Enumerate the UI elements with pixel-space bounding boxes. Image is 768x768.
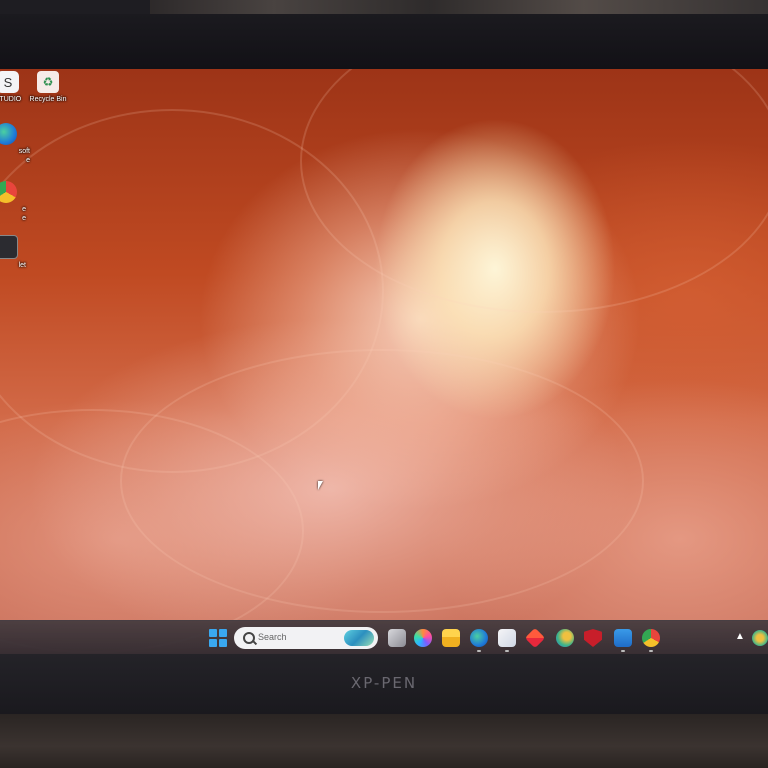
desktop-icon-label: Recycle Bin <box>29 96 67 103</box>
mcafee-icon[interactable] <box>584 629 602 647</box>
windows-logo-pane <box>219 639 227 647</box>
desktop-icon-chrome[interactable]: e e <box>0 181 34 223</box>
background-clutter <box>150 0 768 14</box>
recycle-bin-icon: ♻ <box>37 71 59 93</box>
chat-icon[interactable] <box>556 629 574 647</box>
chrome-icon[interactable] <box>642 629 660 647</box>
taskbar-search-box[interactable]: Search <box>234 627 378 649</box>
search-icon <box>243 632 255 644</box>
chrome-icon <box>0 181 17 203</box>
running-indicator <box>477 650 481 652</box>
search-highlight-icon <box>344 630 374 646</box>
mail-icon[interactable] <box>614 629 632 647</box>
edge-icon <box>0 123 17 145</box>
desktop-icon-label: e e <box>22 206 26 222</box>
desk-surface <box>0 714 768 768</box>
tablet-app-icon <box>0 235 18 259</box>
store-icon[interactable] <box>498 629 516 647</box>
edge-icon[interactable] <box>470 629 488 647</box>
chevron-up-icon[interactable]: ▲ <box>735 631 745 642</box>
desktop-icon-recycle-bin[interactable]: ♻ Recycle Bin <box>20 71 76 104</box>
windows-logo-pane <box>219 629 227 637</box>
running-indicator <box>649 650 653 652</box>
running-indicator <box>505 650 509 652</box>
taskbar: Search ▲ <box>0 620 768 654</box>
task-view-icon[interactable] <box>388 629 406 647</box>
start-button[interactable] <box>208 628 228 648</box>
desktop-icon-edge[interactable]: soft e <box>0 123 34 165</box>
desktop-icon-tablet-app[interactable]: let <box>0 235 34 270</box>
office-icon[interactable] <box>524 627 546 649</box>
copilot-icon[interactable] <box>414 629 432 647</box>
search-placeholder: Search <box>258 632 287 642</box>
monitor-bezel-top <box>0 14 768 69</box>
file-explorer-icon[interactable] <box>442 629 460 647</box>
desktop-wallpaper <box>0 69 768 654</box>
desktop-icon-label: let <box>18 262 26 269</box>
windows-logo-icon <box>209 629 217 637</box>
tray-app-icon[interactable] <box>752 630 768 646</box>
monitor-screen: S STUDIO ♻ Recycle Bin soft e e e let Se… <box>0 69 768 654</box>
xppen-studio-icon: S <box>0 71 19 93</box>
desktop-icon-label: soft e <box>18 148 30 164</box>
running-indicator <box>621 650 625 652</box>
windows-logo-pane <box>209 639 217 647</box>
monitor-brand-logo: XP-PEN <box>350 674 418 692</box>
mouse-pointer <box>318 481 323 490</box>
